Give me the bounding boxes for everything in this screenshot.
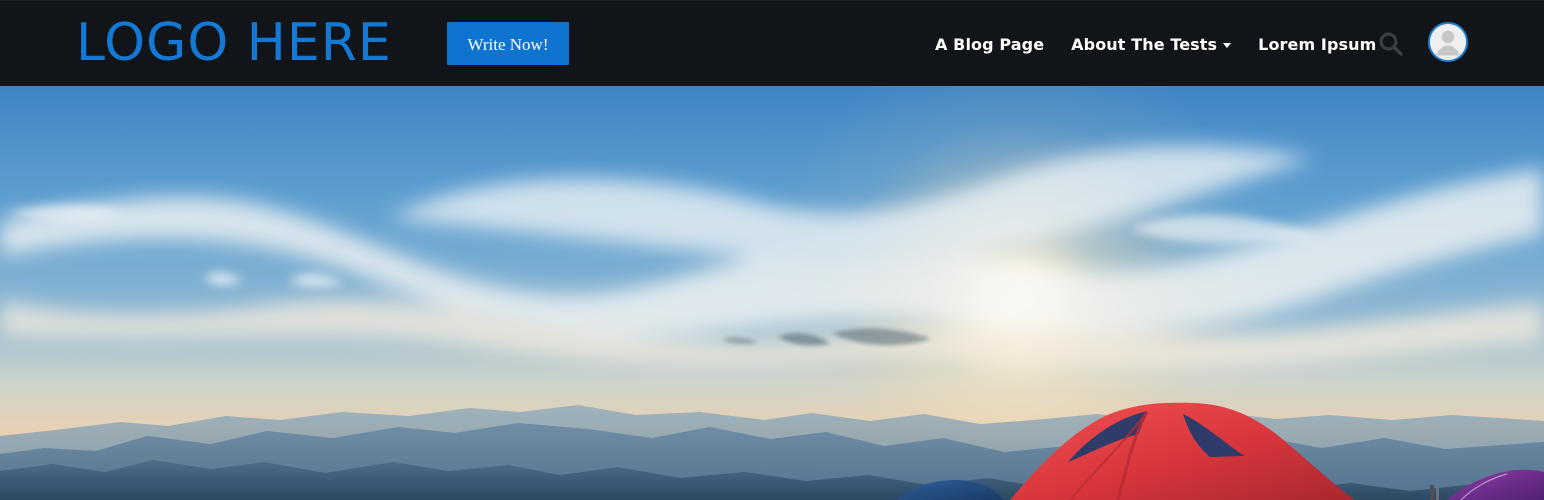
- nav-item-label: About The Tests: [1071, 34, 1218, 54]
- search-icon: [1379, 32, 1403, 56]
- nav-item-blog-page[interactable]: A Blog Page: [935, 35, 1044, 54]
- site-header: LOGO HERE Write Now! A Blog Page About T…: [0, 0, 1544, 86]
- user-avatar-icon: [1430, 24, 1466, 60]
- write-now-button[interactable]: Write Now!: [447, 22, 569, 65]
- chevron-down-icon: [1223, 42, 1232, 48]
- nav-item-label: Lorem Ipsum: [1258, 34, 1377, 54]
- hero-image: [0, 86, 1544, 500]
- nav-item-about-the-tests[interactable]: About The Tests: [1071, 34, 1232, 54]
- nav-item-lorem-ipsum[interactable]: Lorem Ipsum: [1258, 35, 1376, 54]
- primary-navigation: A Blog Page About The Tests Lorem Ipsum: [935, 31, 1376, 57]
- nav-item-label: A Blog Page: [935, 34, 1045, 54]
- user-avatar-button[interactable]: [1428, 22, 1468, 62]
- search-button[interactable]: [1378, 31, 1404, 57]
- page: LOGO HERE Write Now! A Blog Page About T…: [0, 0, 1544, 500]
- site-logo[interactable]: LOGO HERE: [76, 14, 392, 72]
- sunrise-camp-image: [0, 86, 1544, 500]
